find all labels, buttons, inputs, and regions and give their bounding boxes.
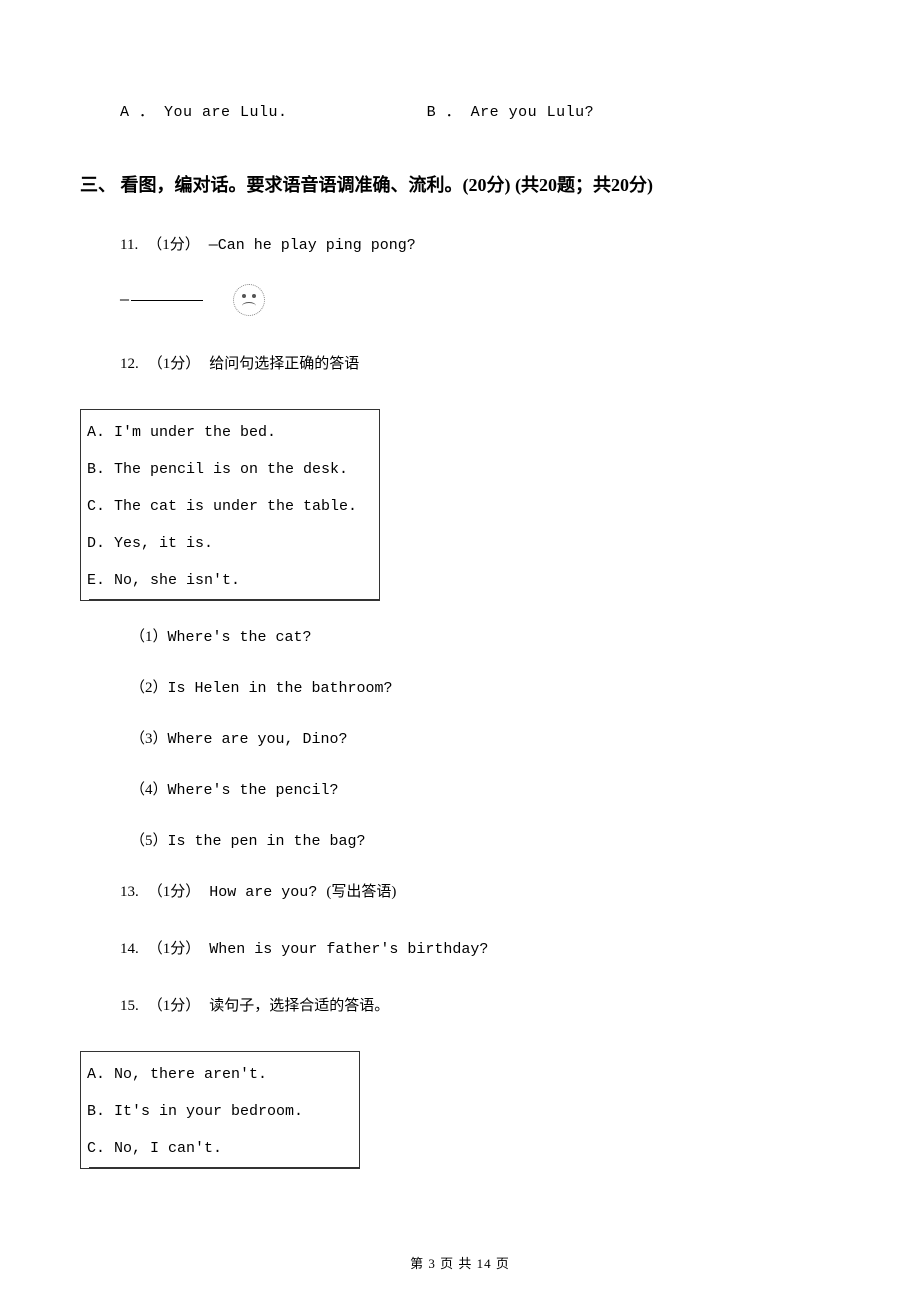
q12-sub5-text: Is the pen in the bag? (168, 833, 366, 850)
q13-prompt-en: How are you? (209, 884, 326, 901)
q12-box-b: B. The pencil is on the desk. (87, 451, 373, 488)
q12-score: （1分） (148, 356, 201, 372)
q13-number: 13. (120, 884, 139, 900)
q11-dash: — (120, 292, 129, 309)
question-12: 12. （1分） 给问句选择正确的答语 (120, 352, 840, 373)
q14-prompt: When is your father's birthday? (209, 941, 488, 958)
q13-prompt-cn: (写出答语) (326, 884, 396, 900)
section-heading: 三、 看图，编对话。要求语音语调准确、流利。(20分) (共20题；共20分) (80, 171, 840, 197)
q11-prompt-line: 11. （1分） —Can he play ping pong? (120, 233, 840, 254)
q12-box-d: D. Yes, it is. (87, 525, 373, 562)
q14-score: （1分） (148, 941, 201, 957)
q15-box-b: B. It's in your bedroom. (87, 1093, 353, 1130)
q15-box-a: A. No, there aren't. (87, 1056, 353, 1093)
question-14: 14. （1分） When is your father's birthday? (120, 937, 840, 958)
q13-score: （1分） (148, 884, 201, 900)
footer-text: 第 3 页 共 14 页 (410, 1256, 510, 1271)
q12-sub-1: （1）Where's the cat? (130, 625, 840, 646)
q12-number: 12. (120, 356, 139, 372)
q12-sub-5: （5）Is the pen in the bag? (130, 829, 840, 850)
section-number: 三、 (80, 175, 116, 195)
q12-sub3-num: （3） (130, 731, 168, 747)
option-b-label: B ． (427, 104, 462, 121)
page-container: A ． You are Lulu. B ． Are you Lulu? 三、 看… (0, 0, 920, 1302)
box-inner-border (89, 1167, 359, 1168)
q12-sub3-text: Where are you, Dino? (168, 731, 348, 748)
option-b-text: Are you Lulu? (471, 104, 595, 121)
question-11: 11. （1分） —Can he play ping pong? — (120, 233, 840, 316)
option-a-text: You are Lulu. (164, 104, 288, 121)
q12-sub-4: （4）Where's the pencil? (130, 778, 840, 799)
q11-prompt: —Can he play ping pong? (209, 237, 416, 254)
q12-sub1-text: Where's the cat? (168, 629, 312, 646)
q12-sub2-text: Is Helen in the bathroom? (168, 680, 393, 697)
q12-box-c: C. The cat is under the table. (87, 488, 373, 525)
box-inner-border (89, 599, 379, 600)
sad-face-icon (233, 284, 265, 316)
q12-sub4-num: （4） (130, 782, 168, 798)
q11-answer-line: — (120, 284, 840, 316)
question-15: 15. （1分） 读句子，选择合适的答语。 (120, 994, 840, 1015)
q15-score: （1分） (148, 998, 201, 1014)
q14-number: 14. (120, 941, 139, 957)
q15-answer-box: A. No, there aren't. B. It's in your bed… (80, 1051, 360, 1169)
q15-number: 15. (120, 998, 139, 1014)
q12-box-e: E. No, she isn't. (87, 562, 373, 599)
question-options-row: A ． You are Lulu. B ． Are you Lulu? (120, 100, 840, 121)
q11-score: （1分） (147, 237, 200, 253)
q12-prompt: 给问句选择正确的答语 (209, 356, 359, 372)
q12-prompt-line: 12. （1分） 给问句选择正确的答语 (120, 352, 840, 373)
q15-prompt: 读句子，选择合适的答语。 (209, 998, 389, 1014)
option-a-label: A ． (120, 104, 155, 121)
blank-underline[interactable] (131, 300, 203, 301)
q12-sub5-num: （5） (130, 833, 168, 849)
q12-answer-box: A. I'm under the bed. B. The pencil is o… (80, 409, 380, 601)
q15-box-c: C. No, I can't. (87, 1130, 353, 1167)
page-footer: 第 3 页 共 14 页 (0, 1253, 920, 1272)
section-title: 看图，编对话。要求语音语调准确、流利。(20分) (共20题；共20分) (116, 175, 653, 195)
question-13: 13. （1分） How are you? (写出答语) (120, 880, 840, 901)
q12-box-a: A. I'm under the bed. (87, 414, 373, 451)
q12-sub2-num: （2） (130, 680, 168, 696)
q12-sub-3: （3）Where are you, Dino? (130, 727, 840, 748)
q12-sub4-text: Where's the pencil? (168, 782, 339, 799)
q12-sub1-num: （1） (130, 629, 168, 645)
q11-number: 11. (120, 237, 138, 253)
q12-sub-2: （2）Is Helen in the bathroom? (130, 676, 840, 697)
